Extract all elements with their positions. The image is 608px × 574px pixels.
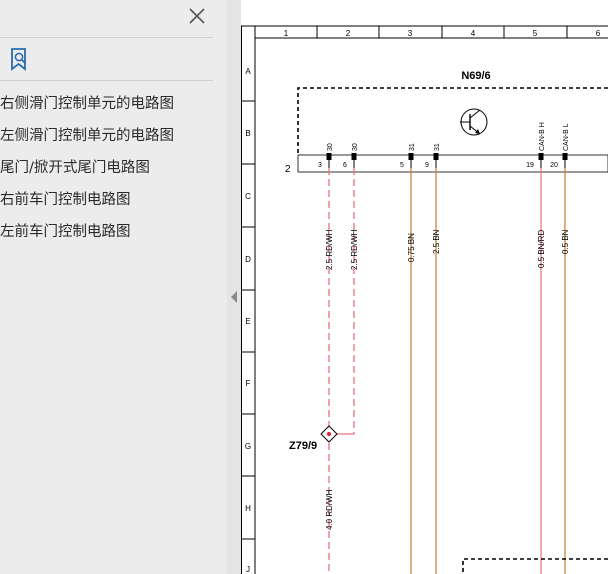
wire-label: 0.5 BN: [561, 229, 570, 254]
grid-row-label: J: [246, 565, 250, 574]
grid-column-label: 4: [471, 29, 476, 38]
grid-column-label: 3: [408, 29, 413, 38]
wire-label: 2.5 RD/WH: [350, 229, 359, 270]
grid-row-label: D: [245, 255, 251, 264]
pin-label: CAN-B L: [563, 123, 570, 151]
wire-brown: [410, 168, 566, 574]
grid-column-label: 1: [284, 29, 289, 38]
bookmark-item[interactable]: 尾门/掀开式尾门电路图: [0, 159, 150, 177]
splice-point: [320, 425, 338, 443]
schematic-drawing: 1 2 3 4 5 6 A B C D E F G H J N69/6 2 30…: [241, 25, 608, 574]
pin-label: CAN-B H: [539, 122, 546, 151]
pin-label: 31: [409, 143, 416, 151]
document-gutter: [227, 0, 241, 574]
bookmark-item[interactable]: 左侧滑门控制单元的电路图: [0, 127, 174, 145]
pin-label: 30: [327, 143, 334, 151]
bookmark-item[interactable]: 右侧滑门控制单元的电路图: [0, 95, 174, 113]
panel-splitter[interactable]: [213, 0, 440, 574]
bookmark-search-icon[interactable]: [9, 47, 33, 73]
wire-label: 0.5 BN/RD: [537, 230, 546, 268]
grid-row-label: F: [246, 379, 251, 388]
wire-label: 0.75 BN: [407, 233, 416, 262]
grid-row-label: E: [245, 317, 250, 326]
bookmark-item[interactable]: 左前车门控制电路图: [0, 223, 131, 241]
collapse-left-arrow-icon[interactable]: [229, 290, 239, 309]
wire-label: 4.0 RD/WH: [325, 489, 334, 530]
pin-number: 19: [526, 162, 534, 169]
pin-label: 31: [434, 143, 441, 151]
close-icon[interactable]: [186, 4, 208, 28]
bookmark-item[interactable]: 右前车门控制电路图: [0, 191, 131, 209]
grid-row-label: G: [245, 442, 251, 451]
transistor-symbol: [460, 108, 488, 136]
grid-row-label: B: [245, 129, 250, 138]
wire-label: 2.5 RD/WH: [325, 229, 334, 270]
grid-column-label: 6: [596, 29, 601, 38]
panel-divider: [0, 37, 213, 38]
connector-number: 2: [285, 164, 291, 175]
document-view: 1 2 3 4 5 6 A B C D E F G H J N69/6 2 30…: [241, 0, 608, 574]
pin-number: 9: [425, 162, 429, 169]
grid-row-label: H: [245, 504, 251, 513]
wire-label: 2.5 BN: [432, 229, 441, 254]
pin-number: 3: [318, 162, 322, 169]
grid-row-label: A: [245, 67, 251, 76]
panel-divider: [0, 80, 213, 81]
grid-column-label: 2: [346, 29, 351, 38]
grid-row-label: C: [245, 192, 251, 201]
component-label: N69/6: [461, 70, 490, 82]
pin-number: 20: [550, 162, 558, 169]
bookmarks-panel: 右侧滑门控制单元的电路图 左侧滑门控制单元的电路图 尾门/掀开式尾门电路图 右前…: [0, 0, 213, 574]
grid-column-label: 5: [533, 29, 538, 38]
pin-number: 6: [343, 162, 347, 169]
pin-number: 5: [400, 162, 404, 169]
splice-label: Z79/9: [289, 440, 317, 452]
pin-label: 30: [352, 143, 359, 151]
